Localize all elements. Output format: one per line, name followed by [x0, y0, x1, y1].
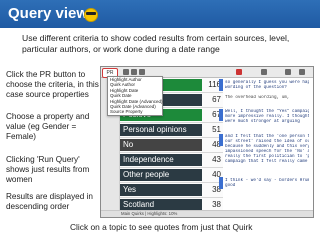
topic-label: No [123, 140, 134, 149]
topic-count: 51 [212, 125, 221, 134]
topic-row[interactable]: Yes 38 [120, 183, 223, 198]
dropdown-option[interactable]: Source Property [108, 109, 162, 114]
footer-caption: Click on a topic to see quotes from just… [70, 222, 253, 232]
intro-text: Use different criteria to show coded res… [22, 33, 290, 54]
note-1: Click the PR button to choose the criter… [6, 70, 99, 99]
topic-count: 43 [212, 155, 221, 164]
app-statusbar: Main Quirks | Highlights: 10% [101, 210, 313, 217]
quote-line: were much stronger at arguing [225, 119, 300, 124]
topic-label: Scotland [123, 200, 155, 209]
quote-line: The overhead wording, um, [225, 95, 290, 100]
status-text: Main Quirks | Highlights: 10% [121, 211, 178, 216]
topic-row[interactable]: Independence 43 [120, 153, 223, 168]
topic-label: Yes [123, 185, 137, 194]
quote-line: wording of the question? [225, 85, 287, 90]
topic-row[interactable]: Personal opinions 51 [120, 123, 223, 138]
toolbar-icon[interactable] [285, 69, 291, 75]
topic-count: 38 [212, 200, 221, 209]
quotes-pane: so generally I guess you were happy with… [223, 78, 313, 217]
toolbar-icon[interactable] [299, 69, 305, 75]
app-screenshot: PR 116 67 Positive 67 Personal opinions … [100, 66, 314, 218]
quote-marker [219, 134, 223, 146]
topic-label: Independence [123, 155, 174, 164]
quote-line: good [225, 183, 236, 188]
toolbar-icon[interactable] [131, 69, 137, 75]
note-4: Results are displayed in descending orde… [6, 192, 93, 211]
topic-label: Personal opinions [123, 125, 187, 134]
smiley-icon [84, 8, 98, 22]
toolbar-icon[interactable] [261, 69, 267, 75]
quote-marker [219, 109, 223, 121]
title-bar: Query view [0, 0, 320, 28]
criteria-dropdown: Highlight Author Quirk Author Highlight … [107, 76, 163, 116]
quote-line: campaign that I felt really came over we… [225, 159, 309, 164]
note-2: Choose a property and value (eg Gender =… [6, 112, 90, 141]
topic-row[interactable]: No 48 [120, 138, 223, 153]
topic-count: 67 [212, 95, 221, 104]
toolbar-icon[interactable] [236, 69, 242, 75]
topic-label: Other people [123, 170, 170, 179]
page-title: Query view [8, 5, 89, 22]
toolbar-icon[interactable] [123, 69, 129, 75]
quote-marker [219, 177, 223, 189]
toolbar-icon[interactable] [139, 69, 145, 75]
note-3: Clicking 'Run Query' shows just results … [6, 155, 90, 184]
quote-marker [219, 79, 223, 91]
topic-row[interactable]: Other people 40 [120, 168, 223, 183]
